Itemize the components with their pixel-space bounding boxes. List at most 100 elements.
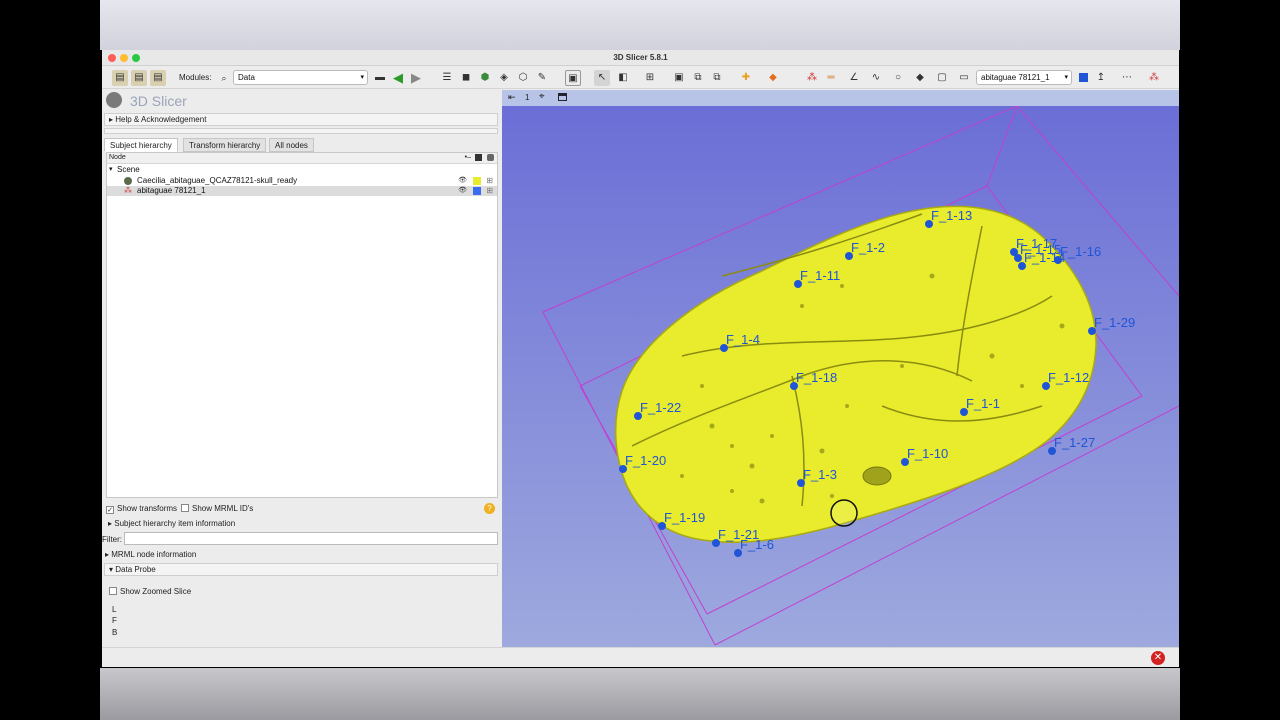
view-layout-icon[interactable]: ▣ (565, 70, 581, 86)
transforms-icon[interactable]: ⬡ (515, 70, 531, 86)
model-color-swatch[interactable] (473, 177, 481, 185)
pointer-icon[interactable]: ↖ (594, 70, 610, 86)
crosshair-grid-icon[interactable]: ⊞ (642, 70, 658, 86)
data-probe-header[interactable]: ▾ Data Probe (104, 563, 498, 576)
app-name: 3D Slicer (130, 93, 187, 109)
tree-row-scene[interactable]: ▾ Scene (107, 165, 497, 175)
transform-column-icon[interactable] (487, 154, 494, 161)
landmark-label: F_1-1 (966, 396, 1000, 411)
color-column-icon[interactable] (475, 154, 482, 161)
probe-line-b: B (112, 628, 118, 637)
landmark-label: F_1-14 (1024, 250, 1065, 265)
landmark-label: F_1-22 (640, 400, 681, 415)
tab-subject-hierarchy[interactable]: Subject hierarchy (104, 138, 178, 152)
landmark-label: F_1-19 (664, 510, 705, 525)
roi-icon[interactable]: ▢ (934, 70, 950, 86)
window-level-icon[interactable]: ◧ (615, 70, 631, 86)
chevron-right-icon: ▸ (109, 115, 114, 124)
more-options-icon[interactable]: ⋯ (1119, 70, 1135, 86)
slicer-logo-icon (106, 92, 122, 108)
layout-list-icon[interactable]: ☰ (439, 70, 455, 86)
show-mrml-ids-checkbox[interactable] (181, 504, 189, 512)
eye-icon[interactable]: 👁 (458, 176, 467, 186)
probe-line-l: L (112, 605, 117, 614)
help-section-header[interactable]: ▸ Help & Acknowledgement (104, 113, 498, 126)
landmark-label: F_1-10 (907, 446, 948, 461)
chevron-down-icon: ▾ (360, 74, 364, 81)
view-link-icon[interactable]: ⧉ (690, 70, 706, 86)
3d-scene[interactable]: F_1-13F_1-2F_1-11F_1-17F_1-15F_1-16F_1-1… (502, 106, 1179, 647)
chevron-right-icon: ▸ (108, 519, 113, 528)
load-data-icon[interactable]: ▤ (112, 70, 128, 86)
chevron-down-icon: ▾ (1064, 74, 1068, 81)
show-transforms-option[interactable]: ✓ Show transforms (106, 504, 177, 514)
plane-icon[interactable]: ◆ (912, 70, 928, 86)
visibility-column-icon[interactable]: •– (465, 153, 471, 163)
delete-points-icon[interactable]: ⁂ (1146, 70, 1162, 86)
place-point-icon[interactable]: ◆ (765, 70, 781, 86)
line-icon[interactable]: ═ (823, 70, 839, 86)
point-list-icon[interactable]: ⁂ (804, 70, 820, 86)
show-mrml-ids-label: Show MRML ID's (192, 504, 254, 513)
show-zoomed-slice-option[interactable]: Show Zoomed Slice (109, 587, 191, 596)
show-transforms-checkbox[interactable]: ✓ (106, 506, 114, 514)
transform-grid-icon[interactable]: ⊞ (486, 176, 493, 186)
curve-icon[interactable]: ∿ (868, 70, 884, 86)
markups-icon[interactable]: ✎ (534, 70, 550, 86)
markup-color-swatch[interactable] (473, 187, 481, 195)
angle-icon[interactable]: ∠ (846, 70, 862, 86)
back-arrow-icon[interactable]: ◀ (390, 70, 406, 86)
center-view-icon[interactable]: ⌖ (539, 91, 545, 102)
module-search-icon[interactable]: ⌕ (216, 70, 232, 86)
module-history-icon[interactable]: ▬ (372, 70, 388, 86)
markup-node-selector[interactable]: abitaguae 78121_1 ▾ (976, 70, 1072, 85)
landmark-label: F_1-27 (1054, 435, 1095, 450)
tree-row-model[interactable]: Caecilia_abitaguae_QCAZ78121-skull_ready… (107, 176, 497, 186)
pin-icon[interactable]: ⇤ (508, 92, 516, 103)
screenshot-icon[interactable]: ▣ (671, 70, 687, 86)
eye-icon[interactable]: 👁 (458, 186, 467, 196)
tree-row-label: Caecilia_abitaguae_QCAZ78121-skull_ready (137, 176, 298, 185)
dicom-icon[interactable]: ▤ (131, 70, 147, 86)
filter-input[interactable] (124, 532, 498, 545)
show-mrml-ids-option[interactable]: Show MRML ID's (181, 504, 253, 513)
error-log-icon[interactable]: ✕ (1151, 651, 1165, 665)
landmark-label: F_1-18 (796, 370, 837, 385)
markup-placement-icon[interactable]: ▭ (956, 70, 972, 86)
models-icon[interactable]: ⬢ (477, 70, 493, 86)
main-toolbar: ▤ ▤ ▤ Modules: ⌕ Data ▾ ▬ ◀ ▶ ☰ ◼ ⬢ ◈ ⬡ … (102, 67, 1179, 89)
tree-row-markup[interactable]: ⁂ abitaguae 78121_1 👁 ⊞ (107, 186, 497, 196)
3d-view-controller-bar: ⇤ 1 ⌖ (502, 90, 1179, 106)
landmark-label: F_1-13 (931, 208, 972, 223)
landmark-label: F_1-2 (851, 240, 885, 255)
landmark-label: F_1-20 (625, 453, 666, 468)
node-color-icon[interactable] (1075, 70, 1091, 86)
app-window: 3D Slicer 5.8.1 ▤ ▤ ▤ Modules: ⌕ Data ▾ … (102, 50, 1179, 667)
module-selector[interactable]: Data ▾ (233, 70, 368, 85)
3d-viewport[interactable]: F_1-13 F_1-2 F_1-11 F_1-17 F_1-15 F_1-16 F_1-1… (502, 106, 1179, 647)
maximize-view-icon[interactable] (558, 93, 567, 101)
segment-icon[interactable]: ◈ (496, 70, 512, 86)
chevron-down-icon[interactable]: ▾ (109, 165, 113, 175)
subject-item-info-header[interactable]: ▸ Subject hierarchy item information (108, 519, 235, 528)
save-icon[interactable]: ▤ (150, 70, 166, 86)
show-zoomed-slice-checkbox[interactable] (109, 587, 117, 595)
title-bar: 3D Slicer 5.8.1 (102, 50, 1179, 66)
forward-arrow-icon[interactable]: ▶ (408, 70, 424, 86)
crosshair-icon[interactable]: ✚ (738, 70, 754, 86)
layout-options-icon[interactable]: ⧉ (709, 70, 725, 86)
transform-grid-icon[interactable]: ⊞ (486, 186, 493, 196)
persistent-place-icon[interactable]: ↥ (1093, 70, 1109, 86)
closed-curve-icon[interactable]: ○ (890, 70, 906, 86)
filter-label: Filter: (102, 535, 122, 544)
subject-hierarchy-tree[interactable]: Node •– ▾ Scene Caecilia_abitaguae_QCAZ7… (106, 152, 498, 498)
tab-transform-hierarchy[interactable]: Transform hierarchy (183, 138, 267, 152)
data-probe-label: Data Probe (115, 565, 156, 574)
help-icon[interactable]: ? (484, 503, 495, 514)
node-column-header: Node (109, 154, 126, 161)
tab-all-nodes[interactable]: All nodes (269, 138, 314, 152)
desktop-background-bottom (100, 668, 1180, 720)
tree-row-label: abitaguae 78121_1 (137, 186, 206, 195)
mrml-info-header[interactable]: ▸ MRML node information (105, 550, 196, 559)
volume-cube-icon[interactable]: ◼ (458, 70, 474, 86)
